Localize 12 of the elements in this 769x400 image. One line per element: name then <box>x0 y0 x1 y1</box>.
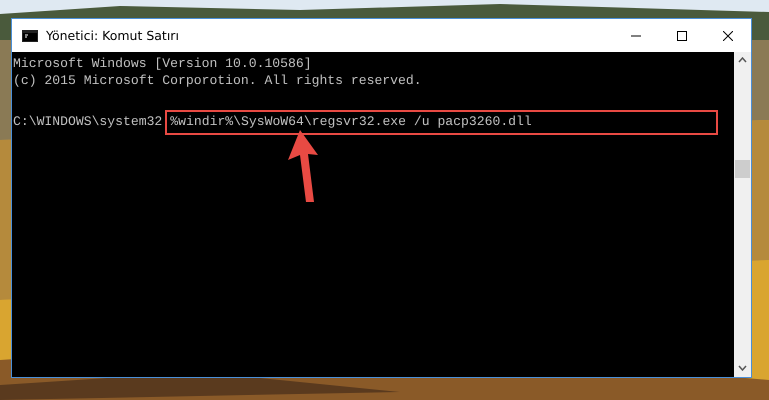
console-line: (c) 2015 Microsoft Corporotion. All rights reserved. <box>13 72 423 89</box>
close-icon[interactable] <box>723 30 733 40</box>
scroll-down-icon[interactable] <box>738 365 747 371</box>
scroll-up-icon[interactable] <box>738 57 747 63</box>
scrollbar[interactable] <box>734 52 751 377</box>
highlighted-command: %windir%\SysWoW64\regsvr32.exe /u pacp3260.dll <box>165 110 718 134</box>
command-prompt: C:\WINDOWS\system32 <box>13 114 162 130</box>
console-icon <box>22 30 38 42</box>
console-line: Microsoft Windows [Version 10.0.10586] <box>13 56 313 72</box>
window-title: Yönetici: Komut Satırı <box>46 28 180 43</box>
maximize-icon[interactable] <box>677 30 687 40</box>
scrollbar-thumb[interactable] <box>735 160 750 178</box>
